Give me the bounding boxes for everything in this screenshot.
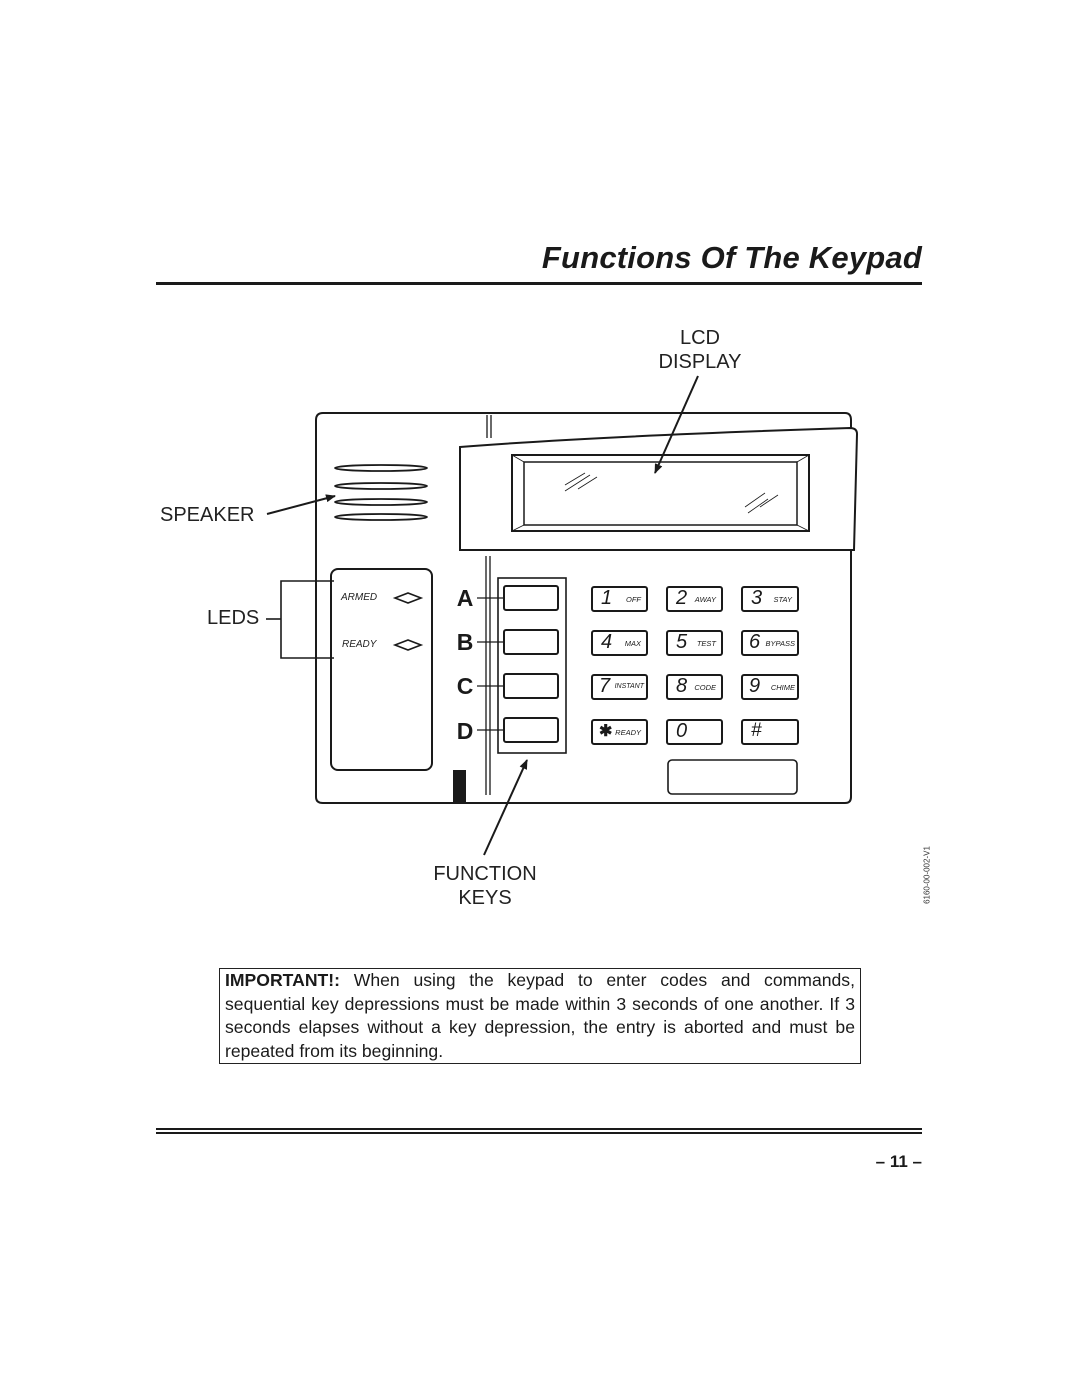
key-function-label: TEST bbox=[696, 639, 716, 648]
led-armed-label: ARMED bbox=[341, 592, 378, 603]
function-key-c[interactable] bbox=[503, 673, 559, 699]
key-function-label: STAY bbox=[773, 595, 792, 604]
key-number: 9 bbox=[749, 675, 761, 697]
key-6[interactable]: 6 BYPASS bbox=[741, 630, 799, 656]
key-number: 5 bbox=[676, 631, 688, 653]
key-number: 3 bbox=[751, 587, 763, 609]
key-number: 8 bbox=[676, 675, 688, 697]
key-7[interactable]: 7 INSTANT bbox=[591, 674, 648, 700]
function-key-b[interactable] bbox=[503, 629, 559, 655]
leds-bracket bbox=[280, 580, 334, 659]
led-ready-label: READY bbox=[342, 639, 377, 650]
important-lead: IMPORTANT!: bbox=[225, 970, 340, 990]
keypad-tab bbox=[453, 770, 466, 803]
footer-divider bbox=[156, 1128, 922, 1130]
key-number: 4 bbox=[601, 631, 613, 653]
led-ready-icon bbox=[392, 639, 424, 651]
function-key-d[interactable] bbox=[503, 717, 559, 743]
speaker-arrow bbox=[266, 494, 336, 515]
speaker-grille bbox=[334, 464, 428, 521]
page-number: – 11 – bbox=[875, 1152, 922, 1171]
key-4[interactable]: 4 MAX bbox=[591, 630, 648, 656]
key-5[interactable]: 5 TEST bbox=[666, 630, 723, 656]
key-1[interactable]: 1 OFF bbox=[591, 586, 648, 612]
key-3[interactable]: 3 STAY bbox=[741, 586, 799, 612]
key-number: 2 bbox=[676, 587, 688, 609]
key-number: # bbox=[751, 720, 762, 741]
function-key-a[interactable] bbox=[503, 585, 559, 611]
star-icon: ✱ bbox=[599, 723, 613, 740]
key-function-label: READY bbox=[615, 728, 641, 737]
key-0[interactable]: 0 bbox=[666, 719, 723, 745]
function-key-letter-d: D bbox=[456, 718, 474, 744]
function-key-letter-a: A bbox=[456, 585, 474, 611]
key-function-label: CHIME bbox=[770, 683, 795, 692]
figure-code-text: 6160-00-002-V1 bbox=[922, 846, 932, 904]
led-armed-icon bbox=[392, 592, 424, 604]
function-key-letter-c: C bbox=[456, 673, 474, 699]
key-function-label: OFF bbox=[626, 595, 641, 604]
key-number: 7 bbox=[599, 675, 611, 697]
key-function-label: BYPASS bbox=[765, 639, 795, 648]
important-notice: IMPORTANT!: When using the keypad to ent… bbox=[219, 968, 861, 1064]
footer-divider-secondary bbox=[156, 1132, 922, 1134]
function-key-letter-b: B bbox=[456, 629, 474, 655]
key-hash[interactable]: # bbox=[741, 719, 799, 745]
key-function-label: INSTANT bbox=[614, 683, 644, 690]
key-function-label: AWAY bbox=[694, 595, 716, 604]
figure-code: 6160-00-002-V1 bbox=[920, 835, 934, 915]
key-2[interactable]: 2 AWAY bbox=[666, 586, 723, 612]
key-star[interactable]: ✱ READY bbox=[591, 719, 648, 745]
key-9[interactable]: 9 CHIME bbox=[741, 674, 799, 700]
blank-key bbox=[667, 759, 798, 795]
key-number: 6 bbox=[749, 631, 761, 653]
key-number: 0 bbox=[676, 720, 688, 742]
key-number: 1 bbox=[601, 587, 613, 609]
key-8[interactable]: 8 CODE bbox=[666, 674, 723, 700]
key-function-label: CODE bbox=[694, 683, 716, 692]
key-function-label: MAX bbox=[624, 639, 641, 648]
